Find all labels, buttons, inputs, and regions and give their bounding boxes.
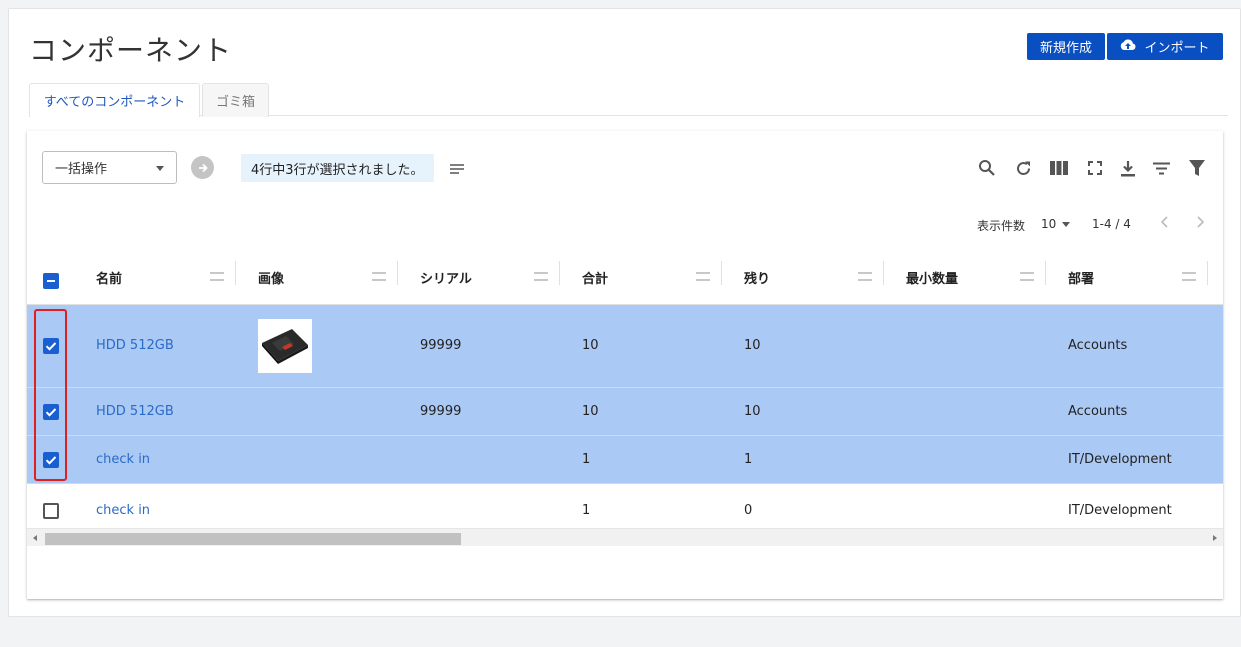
search-icon[interactable]	[977, 158, 997, 178]
page-range: 1-4 / 4	[1092, 217, 1131, 231]
column-header-serial[interactable]: シリアル	[420, 265, 472, 289]
remaining-cell: 10	[744, 338, 761, 353]
column-menu-icon[interactable]	[534, 272, 548, 281]
chevron-down-icon	[1062, 221, 1071, 227]
scrollbar-thumb[interactable]	[45, 533, 461, 545]
serial-cell: 99999	[420, 404, 462, 419]
column-header-total[interactable]: 合計	[582, 265, 608, 289]
filter-list-icon[interactable]	[1151, 158, 1171, 178]
bulk-action-select[interactable]: 一括操作	[42, 151, 177, 184]
remaining-cell: 1	[744, 452, 753, 467]
scroll-right-icon[interactable]	[1213, 535, 1217, 541]
column-menu-icon[interactable]	[210, 272, 224, 281]
tab-bar: すべてのコンポーネント ゴミ箱	[29, 83, 1228, 117]
fullscreen-icon[interactable]	[1085, 158, 1105, 178]
per-page-select[interactable]: 10	[1041, 217, 1071, 231]
column-header-image[interactable]: 画像	[258, 265, 284, 289]
column-header-name[interactable]: 名前	[96, 265, 122, 289]
component-name-link[interactable]: HDD 512GB	[96, 338, 174, 353]
total-cell: 1	[582, 503, 591, 518]
scroll-left-icon[interactable]	[33, 535, 37, 541]
per-page-value: 10	[1041, 217, 1057, 231]
next-page-icon[interactable]	[1195, 215, 1205, 232]
table-row[interactable]: check in 1 1 IT/Development	[27, 436, 1223, 484]
import-button[interactable]: インポート	[1107, 33, 1223, 60]
serial-cell: 99999	[420, 338, 462, 353]
tab-trash[interactable]: ゴミ箱	[202, 83, 269, 117]
column-menu-icon[interactable]	[696, 272, 710, 281]
arrow-right-icon	[198, 163, 208, 172]
ssd-image	[262, 329, 308, 364]
new-button-label: 新規作成	[1039, 41, 1092, 56]
component-name-link[interactable]: check in	[96, 452, 150, 467]
download-icon[interactable]	[1118, 158, 1138, 178]
table-row[interactable]: HDD 512GB 99999 10 10 Accounts	[27, 388, 1223, 436]
component-name-link[interactable]: check in	[96, 503, 150, 518]
clear-selection-icon[interactable]	[449, 160, 465, 179]
column-header-min-qty[interactable]: 最小数量	[906, 265, 958, 289]
horizontal-scrollbar[interactable]	[27, 528, 1223, 546]
select-all-checkbox[interactable]	[43, 273, 59, 289]
selection-info: 4行中3行が選択されました。	[241, 154, 434, 182]
department-cell: IT/Development	[1068, 503, 1172, 518]
chevron-down-icon	[156, 166, 164, 171]
row-checkbox[interactable]	[43, 404, 59, 420]
columns-icon[interactable]	[1049, 158, 1069, 178]
table-row[interactable]: HDD 512GB 99999 10 10 Accounts	[27, 305, 1223, 388]
filter-icon[interactable]	[1187, 158, 1207, 178]
components-table-card: 一括操作 4行中3行が選択されました。 表示件数 10 1-4 / 4 名前 画…	[27, 131, 1223, 599]
column-header-remaining[interactable]: 残り	[744, 265, 770, 289]
department-cell: Accounts	[1068, 404, 1128, 419]
component-thumbnail[interactable]	[258, 319, 312, 373]
column-menu-icon[interactable]	[372, 272, 386, 281]
component-name-link[interactable]: HDD 512GB	[96, 404, 174, 419]
total-cell: 1	[582, 452, 591, 467]
new-button[interactable]: 新規作成	[1027, 33, 1105, 60]
previous-page-icon[interactable]	[1160, 215, 1170, 232]
total-cell: 10	[582, 338, 599, 353]
page-title: コンポーネント	[29, 34, 233, 67]
bulk-action-label: 一括操作	[55, 162, 108, 177]
column-menu-icon[interactable]	[858, 272, 872, 281]
import-button-label: インポート	[1144, 41, 1210, 56]
page-container: コンポーネント 新規作成 インポート すべてのコンポーネント ゴミ箱 一括操作 …	[8, 8, 1241, 617]
remaining-cell: 10	[744, 404, 761, 419]
bulk-go-button[interactable]	[191, 156, 214, 179]
column-header-department[interactable]: 部署	[1068, 265, 1094, 289]
row-checkbox[interactable]	[43, 452, 59, 468]
tab-all-components[interactable]: すべてのコンポーネント	[29, 83, 200, 117]
column-menu-icon[interactable]	[1020, 272, 1034, 281]
per-page-label: 表示件数	[977, 219, 1026, 233]
column-menu-icon[interactable]	[1182, 272, 1196, 281]
row-checkbox[interactable]	[43, 338, 59, 354]
department-cell: Accounts	[1068, 338, 1128, 353]
refresh-icon[interactable]	[1013, 158, 1033, 178]
table-header: 名前 画像 シリアル 合計 残り 最小数量 部署	[27, 251, 1223, 305]
department-cell: IT/Development	[1068, 452, 1172, 467]
cloud-upload-icon	[1120, 38, 1136, 55]
row-checkbox[interactable]	[43, 503, 59, 519]
total-cell: 10	[582, 404, 599, 419]
remaining-cell: 0	[744, 503, 753, 518]
